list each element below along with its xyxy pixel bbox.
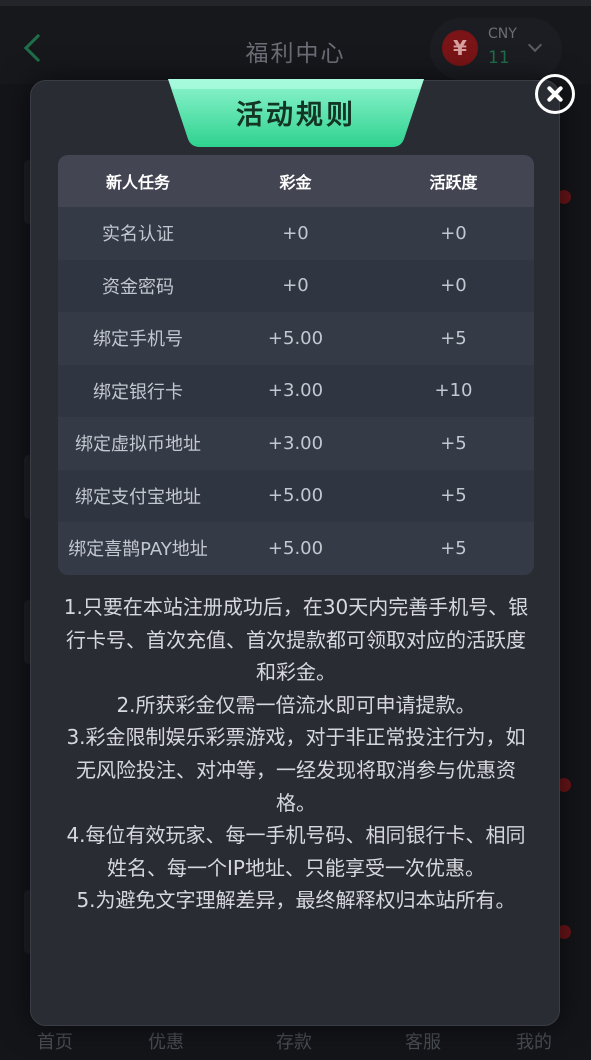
table-row: 绑定手机号 +5.00 +5 [58,312,534,365]
task-cell: 绑定虚拟币地址 [75,434,201,456]
column-header-activity: 活跃度 [429,173,478,192]
activity-cell: +5 [440,537,467,559]
table-header-row: 新人任务 彩金 活跃度 [58,155,534,207]
modal-title-ribbon: 活动规则 [168,79,424,149]
bottom-tab-bar: 首页 优惠 存款 客服 我的 [0,1026,591,1060]
currency-amount: 11 [488,48,510,68]
activity-cell: +5 [440,327,467,349]
currency-code: CNY [488,26,517,42]
table-body: 实名认证 +0 +0 资金密码 +0 +0 绑定手机号 +5.00 +5 绑定银… [58,207,534,575]
close-icon [538,77,572,111]
bonus-cell: +5.00 [267,485,324,507]
tab-customer-service[interactable]: 客服 [405,1028,441,1054]
rule-item: 2.所获彩金仅需一倍流水即可申请提款。 [116,692,476,717]
activity-cell: +5 [440,485,467,507]
bonus-cell: +5.00 [267,327,324,349]
task-cell: 绑定手机号 [93,329,183,351]
app-header: 福利中心 ¥ CNY 11 [0,0,591,84]
task-cell: 绑定支付宝地址 [75,486,201,508]
rule-item: 3.彩金限制娱乐彩票游戏，对于非正常投注行为，如无风险投注、对冲等，一经发现将取… [66,725,526,815]
task-cell: 实名认证 [102,224,174,246]
table-row: 绑定虚拟币地址 +3.00 +5 [58,417,534,470]
table-row: 绑定银行卡 +3.00 +10 [58,364,534,417]
tab-deposit[interactable]: 存款 [276,1028,312,1054]
table-row: 绑定支付宝地址 +5.00 +5 [58,469,534,522]
activity-cell: +0 [440,275,467,297]
yuan-coin-icon: ¥ [442,30,478,66]
rule-item: 4.每位有效玩家、每一手机号码、相同银行卡、相同姓名、每一个IP地址、只能享受一… [66,823,526,880]
rule-item: 5.为避免文字理解差异，最终解释权归本站所有。 [76,888,516,913]
tab-home[interactable]: 首页 [37,1028,73,1054]
activity-cell: +10 [434,380,473,402]
close-button[interactable] [535,74,575,114]
activity-rules-modal: 活动规则 新人任务 彩金 活跃度 实名认证 +0 +0 资金密码 +0 +0 绑… [30,79,560,1026]
bonus-cell: +3.00 [267,432,324,454]
task-cell: 绑定银行卡 [93,381,183,403]
bonus-cell: +3.00 [267,380,324,402]
tab-mine[interactable]: 我的 [516,1028,552,1054]
activity-cell: +0 [440,222,467,244]
task-cell: 绑定喜鹊PAY地址 [68,539,208,561]
table-row: 实名认证 +0 +0 [58,207,534,260]
bonus-cell: +5.00 [267,537,324,559]
currency-selector[interactable]: ¥ CNY 11 [430,18,562,80]
activity-cell: +5 [440,432,467,454]
rules-description: 1.只要在本站注册成功后，在30天内完善手机号、银行卡号、首次充值、首次提款都可… [61,591,531,917]
column-header-task: 新人任务 [105,173,170,192]
chevron-down-icon [527,37,543,53]
task-rewards-table: 新人任务 彩金 活跃度 实名认证 +0 +0 资金密码 +0 +0 绑定手机号 … [58,155,534,575]
modal-title: 活动规则 [236,100,356,131]
table-row: 资金密码 +0 +0 [58,259,534,312]
table-row: 绑定喜鹊PAY地址 +5.00 +5 [58,522,534,575]
column-header-bonus: 彩金 [279,173,312,192]
bonus-cell: +0 [282,275,309,297]
task-cell: 资金密码 [102,276,174,298]
rule-item: 1.只要在本站注册成功后，在30天内完善手机号、银行卡号、首次充值、首次提款都可… [63,595,529,685]
bonus-cell: +0 [282,222,309,244]
tab-promotions[interactable]: 优惠 [148,1028,184,1054]
